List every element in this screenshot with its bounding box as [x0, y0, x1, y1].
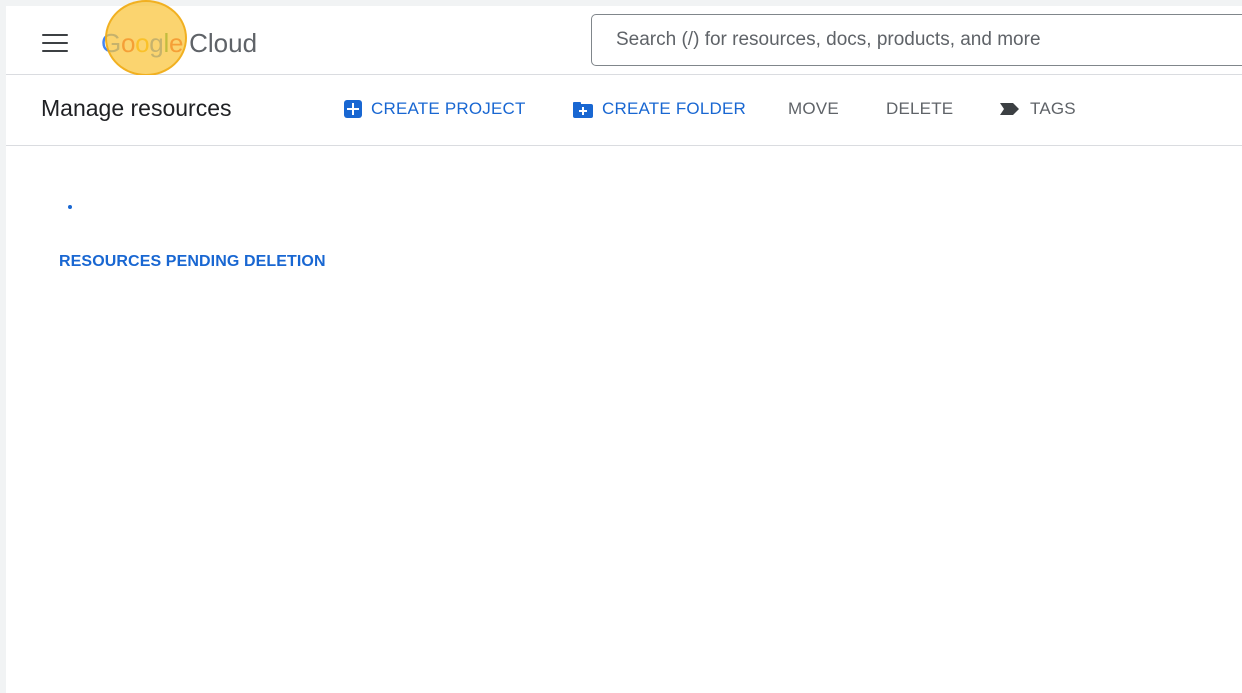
move-label: MOVE	[788, 99, 839, 118]
delete-label: DELETE	[886, 99, 954, 118]
tags-button[interactable]: TAGS	[999, 97, 1076, 121]
google-cloud-logo[interactable]: Google Cloud	[101, 28, 257, 62]
create-folder-button[interactable]: CREATE FOLDER	[573, 97, 746, 121]
add-box-icon	[344, 100, 362, 118]
page: GoogleCloud Manage resources CREATE PROJ…	[0, 0, 1242, 693]
cloud-wordmark: Cloud	[189, 28, 258, 58]
hamburger-menu-icon[interactable]	[42, 34, 68, 52]
action-toolbar: Manage resources CREATE PROJECT CREATE F…	[6, 75, 1242, 146]
create-new-folder-icon	[573, 102, 593, 118]
top-bar: Google Cloud	[6, 6, 1242, 75]
create-project-button[interactable]: CREATE PROJECT	[344, 97, 526, 121]
page-title: Manage resources	[41, 95, 232, 121]
search-input[interactable]	[616, 25, 1236, 55]
search-box[interactable]	[591, 14, 1242, 66]
resources-pending-deletion-link[interactable]: RESOURCES PENDING DELETION	[59, 253, 326, 271]
delete-button[interactable]: DELETE	[886, 97, 953, 121]
tags-label: TAGS	[1030, 99, 1076, 118]
create-project-label: CREATE PROJECT	[371, 99, 526, 118]
google-wordmark: Google	[101, 28, 184, 58]
tag-icon	[999, 101, 1021, 117]
create-folder-label: CREATE FOLDER	[602, 99, 746, 118]
move-button[interactable]: MOVE	[788, 97, 839, 121]
loading-dot	[68, 205, 72, 209]
